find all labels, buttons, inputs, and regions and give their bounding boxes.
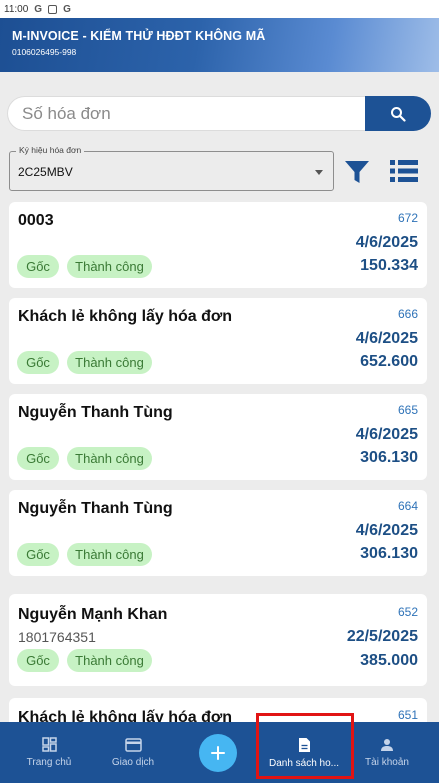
funnel-icon[interactable] [344,159,370,185]
select-label: Ký hiệu hóa đơn [16,145,85,155]
status-bar: 11:00 G G [0,0,439,18]
nav-item-home[interactable]: Trang chủ [10,722,88,783]
company-title: M-INVOICE - KIỂM THỬ HĐĐT KHÔNG MÃ [12,29,266,43]
invoice-card[interactable]: Nguyễn Thanh Tùng 665 4/6/2025 306.130 G… [9,394,427,480]
select-value: 2C25MBV [18,165,73,179]
filter-row: Ký hiệu hóa đơn 2C25MBV [9,145,433,195]
type-badge: Gốc [17,255,59,278]
status-badge: Thành công [67,447,152,470]
plus-icon [211,746,225,760]
nav-item-account[interactable]: Tài khoản [352,722,422,783]
customer-name: Nguyễn Thanh Tùng [18,500,173,517]
invoice-date: 4/6/2025 [355,522,418,539]
status-time: 11:00 [4,3,29,15]
bottom-navigation: Trang chủ Giao dịch Danh sách ho... Tài … [0,722,439,783]
invoice-amount: 306.130 [360,545,418,562]
invoice-amount: 150.334 [360,257,418,274]
invoice-card[interactable]: Khách lẻ không lấy hóa đơn 666 4/6/2025 … [9,298,427,384]
person-icon [381,738,393,751]
invoice-number: 651 [397,708,418,722]
nav-item-transactions[interactable]: Giao dịch [94,722,172,783]
chevron-down-icon [315,170,323,175]
search-input[interactable]: Số hóa đơn [7,96,365,131]
invoice-card[interactable]: Nguyễn Thanh Tùng 664 4/6/2025 306.130 G… [9,490,427,576]
add-invoice-button[interactable] [199,734,237,772]
invoice-number: 665 [397,403,418,417]
credit-card-icon [124,737,142,752]
a-icon [48,4,58,14]
invoice-number: 666 [397,307,418,321]
invoice-card[interactable]: 0003 672 4/6/2025 150.334 Gốc Thành công [9,202,427,288]
type-badge: Gốc [17,351,59,374]
highlight-box [256,713,354,779]
status-badge: Thành công [67,649,152,672]
customer-name: 0003 [18,212,54,229]
status-badge: Thành công [67,543,152,566]
search-button[interactable] [365,96,431,131]
invoice-date: 22/5/2025 [346,628,418,645]
invoice-amount: 385.000 [360,652,418,669]
invoice-card[interactable]: Nguyễn Mạnh Khan 1801764351 652 22/5/202… [9,594,427,686]
invoice-number: 672 [397,211,418,225]
invoice-number: 664 [397,499,418,513]
list-icon[interactable] [390,159,418,183]
invoice-number: 652 [397,605,418,619]
customer-name: Khách lẻ không lấy hóa đơn [18,308,233,325]
invoice-date: 4/6/2025 [355,234,418,251]
nav-label: Trang chủ [26,757,72,768]
nav-label: Tài khoản [365,756,409,768]
customer-name: Nguyễn Thanh Tùng [18,404,173,421]
invoice-amount: 306.130 [360,449,418,466]
g-icon: G [63,3,71,15]
invoice-amount: 652.600 [360,353,418,370]
app-header: M-INVOICE - KIỂM THỬ HĐĐT KHÔNG MÃ 01060… [0,18,439,72]
tax-code: 0106026495-998 [12,47,77,57]
invoice-date: 4/6/2025 [355,426,418,443]
type-badge: Gốc [17,543,59,566]
customer-tax-code: 1801764351 [18,629,96,645]
search-bar: Số hóa đơn [7,96,431,131]
nav-label: Giao dịch [111,756,155,768]
status-badge: Thành công [67,351,152,374]
dashboard-icon [41,737,57,752]
type-badge: Gốc [17,649,59,672]
type-badge: Gốc [17,447,59,470]
invoice-series-select[interactable]: Ký hiệu hóa đơn 2C25MBV [9,145,334,191]
invoice-date: 4/6/2025 [355,330,418,347]
status-badge: Thành công [67,255,152,278]
search-icon [391,106,406,122]
customer-name: Nguyễn Mạnh Khan [18,606,168,623]
g-icon: G [34,3,43,15]
